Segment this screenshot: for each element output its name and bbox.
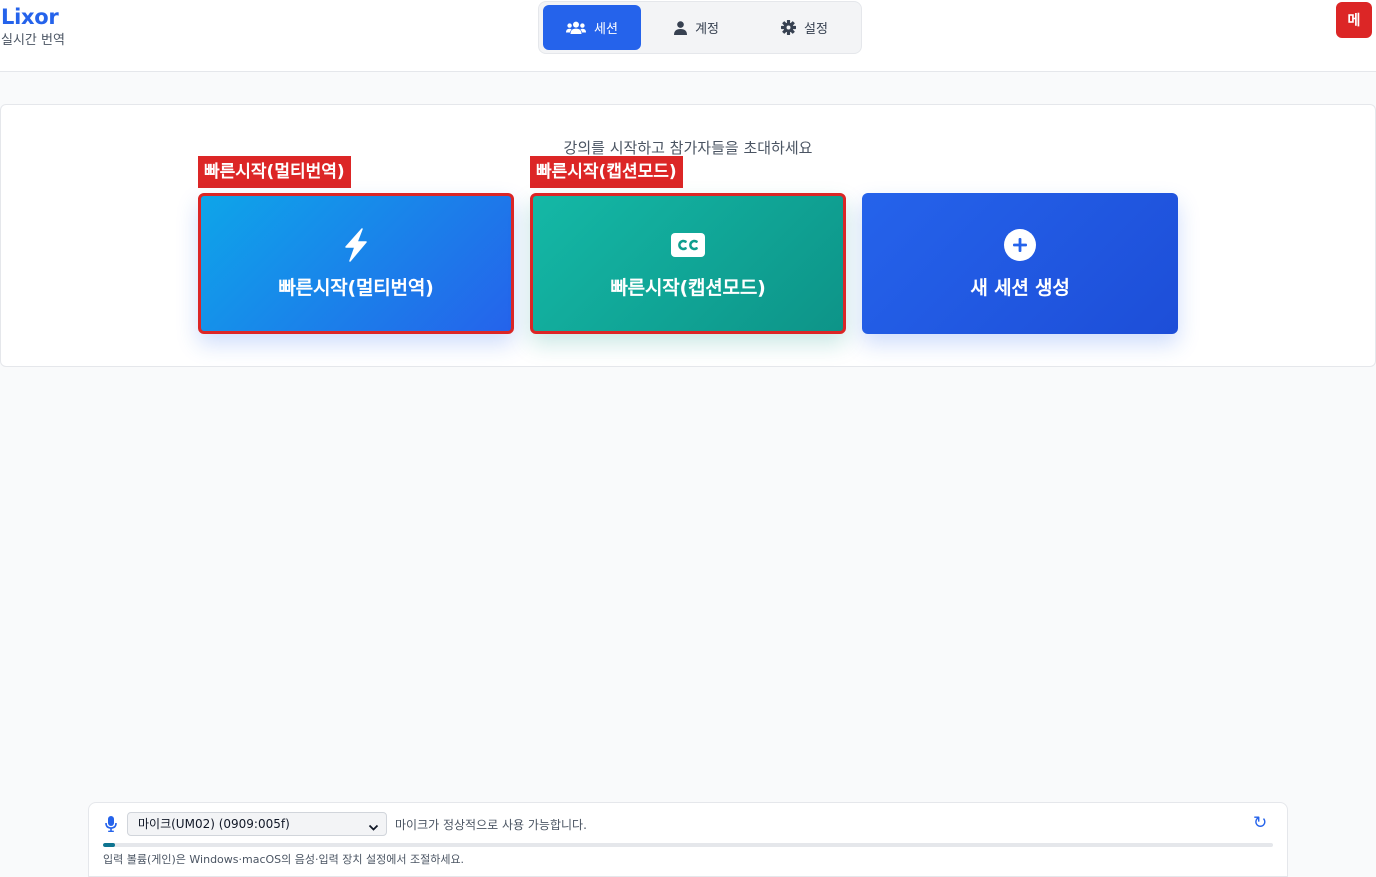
annotation-label-caption: 빠른시작(캡션모드) — [530, 156, 683, 188]
menu-button[interactable]: 메 — [1336, 2, 1372, 38]
chevron-down-icon — [368, 818, 379, 840]
cc-icon — [671, 228, 705, 262]
main-tabs: 세션 계정 설정 — [538, 1, 862, 54]
tab-sessions[interactable]: 세션 — [543, 5, 642, 50]
tab-account[interactable]: 계정 — [645, 5, 748, 50]
refresh-icon[interactable]: ↻ — [1253, 813, 1267, 833]
microphone-icon — [105, 816, 117, 836]
action-label: 새 세션 생성 — [970, 276, 1070, 299]
app-title: Lixor — [1, 5, 59, 29]
app-header: Lixor 실시간 번역 세션 계정 설정 메 — [0, 0, 1376, 72]
mic-level-meter — [103, 843, 1273, 847]
user-icon — [674, 20, 688, 35]
action-label: 빠른시작(캡션모드) — [610, 276, 766, 299]
tab-label: 세션 — [594, 22, 618, 37]
brand: Lixor 실시간 번역 — [1, 5, 65, 49]
create-session-button[interactable]: 새 세션 생성 — [862, 193, 1178, 334]
mic-panel: 마이크(UM02) (0909:005f) 마이크가 정상적으로 사용 가능합니… — [88, 802, 1288, 877]
action-label: 빠른시작(멀티번역) — [278, 276, 434, 299]
users-icon — [566, 21, 587, 35]
tab-label: 계정 — [695, 22, 719, 37]
session-subtitle: 강의를 시작하고 참가자들을 초대하세요 — [563, 139, 813, 157]
tab-label: 설정 — [804, 22, 828, 37]
gear-icon — [781, 20, 797, 35]
app-subtitle: 실시간 번역 — [1, 33, 65, 48]
annotation-label-multi: 빠른시작(멀티번역) — [198, 156, 351, 188]
mic-device-select[interactable]: 마이크(UM02) (0909:005f) — [127, 812, 387, 836]
mic-device-value: 마이크(UM02) (0909:005f) — [138, 817, 290, 831]
quick-start-multi-button[interactable]: 빠른시작(멀티번역) — [198, 193, 514, 334]
lightning-icon — [340, 227, 372, 262]
quick-start-caption-button[interactable]: 빠른시작(캡션모드) — [530, 193, 846, 334]
mic-status-text: 마이크가 정상적으로 사용 가능합니다. — [395, 818, 587, 832]
plus-circle-icon — [1003, 228, 1037, 262]
tab-settings[interactable]: 설정 — [752, 5, 857, 50]
mic-gain-note: 입력 볼륨(게인)은 Windows·macOS의 음성·입력 장치 설정에서 … — [103, 853, 465, 866]
mic-level-fill — [103, 843, 115, 847]
